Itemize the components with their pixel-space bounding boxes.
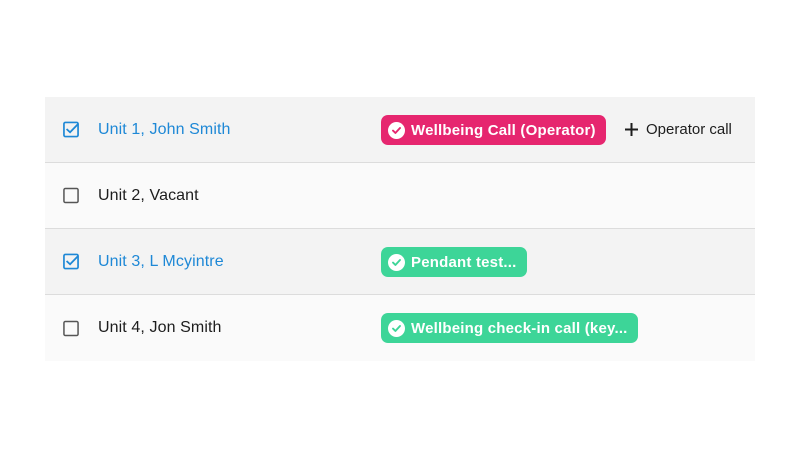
- unit-list: Unit 1, John Smith Wellbeing Call (Opera…: [45, 97, 755, 361]
- unit-row[interactable]: Unit 3, L Mcyintre Pendant test...: [45, 229, 755, 295]
- check-circle-icon: [388, 253, 405, 271]
- add-operator-call-label: Operator call: [646, 121, 732, 138]
- unit-name[interactable]: Unit 2, Vacant: [98, 187, 199, 205]
- status-tag-label: Wellbeing Call (Operator): [411, 121, 596, 139]
- checkbox-checked[interactable]: [63, 121, 79, 138]
- status-tag[interactable]: Wellbeing Call (Operator): [381, 115, 606, 145]
- check-circle-icon: [388, 319, 405, 337]
- check-circle-icon: [388, 121, 405, 139]
- unit-name[interactable]: Unit 4, Jon Smith: [98, 319, 222, 337]
- checkbox-unchecked[interactable]: [63, 320, 79, 336]
- status-tag-label: Pendant test...: [411, 253, 517, 271]
- status-tag-label: Wellbeing check-in call (key...: [411, 319, 628, 337]
- plus-icon: [623, 122, 639, 138]
- unit-name[interactable]: Unit 1, John Smith: [98, 121, 231, 139]
- checkbox-checked[interactable]: [63, 253, 79, 270]
- unit-row[interactable]: Unit 4, Jon Smith Wellbeing check-in cal…: [45, 295, 755, 361]
- checkbox-unchecked[interactable]: [63, 187, 79, 204]
- unit-name[interactable]: Unit 3, L Mcyintre: [98, 253, 224, 271]
- unit-row[interactable]: Unit 1, John Smith Wellbeing Call (Opera…: [45, 97, 755, 163]
- status-tag[interactable]: Wellbeing check-in call (key...: [381, 313, 638, 343]
- status-tag[interactable]: Pendant test...: [381, 247, 527, 277]
- unit-row[interactable]: Unit 2, Vacant: [45, 163, 755, 229]
- add-operator-call-button[interactable]: Operator call: [623, 121, 732, 138]
